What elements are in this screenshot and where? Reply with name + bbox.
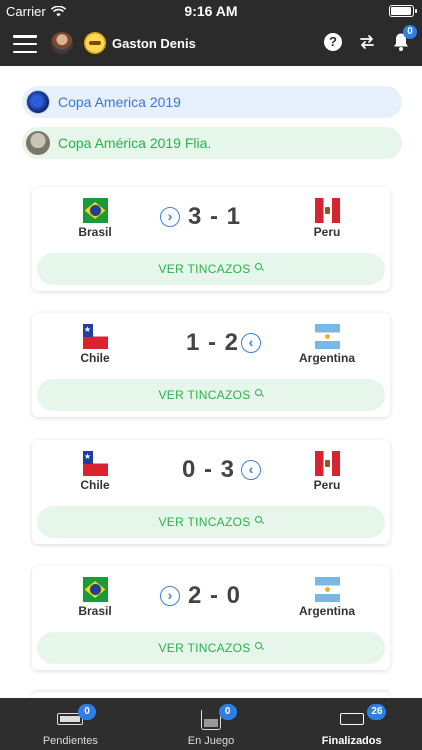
away-team: Peru [287, 198, 367, 239]
battery-level [391, 7, 411, 15]
tournament-thumbnail [26, 131, 50, 155]
username-label: Gaston Denis [112, 36, 196, 51]
tab-badge: 26 [367, 704, 387, 720]
ver-tincazos-label: VER TINCAZOS [158, 262, 251, 276]
notification-badge: 0 [403, 25, 417, 39]
tab-badge: 0 [218, 704, 237, 720]
ver-tincazos-button[interactable]: VER TINCAZOS [37, 379, 385, 411]
ver-tincazos-label: VER TINCAZOS [158, 515, 251, 529]
tab-finalizados[interactable]: 26 Finalizados [281, 698, 422, 750]
ver-tincazos-label: VER TINCAZOS [158, 641, 251, 655]
home-team: Chile [55, 324, 135, 365]
top-nav-bar: Gaston Denis ? 0 [0, 22, 422, 66]
tournament-pill-copa-america-flia[interactable]: Copa América 2019 Flia. [22, 127, 402, 159]
help-icon[interactable]: ? [324, 33, 342, 51]
match-card: Brasil › 3 - 1 Peru VER TINCAZOS [32, 187, 390, 291]
tab-pendientes[interactable]: 0 Pendientes [0, 698, 141, 750]
notifications-button[interactable]: 0 [392, 25, 417, 52]
away-team-name: Peru [313, 225, 341, 239]
nav-actions: ? 0 [324, 25, 417, 52]
search-icon [254, 641, 264, 651]
match-score: 3 - 1 [188, 203, 242, 230]
match-card: Chile 0 - 3 ‹ Peru VER TINCAZOS [32, 440, 390, 544]
ver-tincazos-button[interactable]: VER TINCAZOS [37, 253, 385, 285]
match-card: Brasil › 2 - 0 Argentina VER TINCAZOS [32, 566, 390, 670]
in-play-icon [201, 710, 221, 730]
status-time: 9:16 AM [184, 3, 238, 19]
argentina-flag-icon [314, 324, 340, 349]
chevron-right-icon[interactable]: › [160, 207, 180, 227]
chile-flag-icon [82, 451, 108, 476]
finished-icon [339, 713, 364, 725]
menu-icon[interactable] [13, 35, 37, 53]
away-team-name: Peru [313, 478, 341, 492]
home-team: Brasil [55, 577, 135, 618]
match-score: 0 - 3 [182, 456, 236, 483]
match-card: Chile 1 - 2 ‹ Argentina VER TINCAZOS [32, 313, 390, 417]
away-team: Argentina [287, 324, 367, 365]
ver-tincazos-label: VER TINCAZOS [158, 388, 251, 402]
tab-label: En Juego [187, 735, 235, 747]
tab-en-juego[interactable]: 0 En Juego [141, 698, 282, 750]
home-team-name: Brasil [78, 604, 112, 618]
away-team-name: Argentina [298, 351, 355, 365]
secondary-avatar[interactable] [84, 32, 106, 54]
tournament-label: Copa América 2019 Flia. [58, 135, 212, 151]
away-team: Peru [287, 451, 367, 492]
peru-flag-icon [314, 198, 340, 223]
away-team: Argentina [287, 577, 367, 618]
tab-label: Finalizados [321, 735, 382, 747]
brasil-flag-icon [82, 577, 108, 602]
user-avatar[interactable] [51, 32, 73, 54]
match-score: 2 - 0 [188, 582, 242, 609]
chile-flag-icon [82, 324, 108, 349]
status-bar: Carrier 9:16 AM [0, 0, 422, 22]
ver-tincazos-button[interactable]: VER TINCAZOS [37, 632, 385, 664]
match-score: 1 - 2 [186, 329, 240, 356]
home-team-name: Brasil [78, 225, 112, 239]
away-team-name: Argentina [298, 604, 355, 618]
chevron-right-icon[interactable]: › [160, 586, 180, 606]
argentina-flag-icon [314, 577, 340, 602]
tournament-thumbnail [26, 90, 50, 114]
chevron-left-icon[interactable]: ‹ [241, 460, 261, 480]
search-icon [254, 388, 264, 398]
search-icon [254, 515, 264, 525]
battery-icon [389, 5, 417, 17]
tournament-label: Copa America 2019 [58, 94, 181, 110]
home-team-name: Chile [80, 478, 110, 492]
bottom-tab-bar: 0 Pendientes 0 En Juego 26 Finalizados [0, 698, 422, 750]
home-team-name: Chile [80, 351, 110, 365]
home-team: Brasil [55, 198, 135, 239]
swap-icon[interactable] [358, 33, 376, 51]
ver-tincazos-button[interactable]: VER TINCAZOS [37, 506, 385, 538]
peru-flag-icon [314, 451, 340, 476]
tournament-pill-copa-america[interactable]: Copa America 2019 [22, 86, 402, 118]
brasil-flag-icon [82, 198, 108, 223]
search-icon [254, 262, 264, 272]
tab-badge: 0 [78, 704, 96, 720]
home-team: Chile [55, 451, 135, 492]
tab-label: Pendientes [42, 735, 98, 747]
chevron-left-icon[interactable]: ‹ [241, 333, 261, 353]
screen: Carrier 9:16 AM Gaston Denis ? 0 Copa Am… [0, 0, 422, 750]
